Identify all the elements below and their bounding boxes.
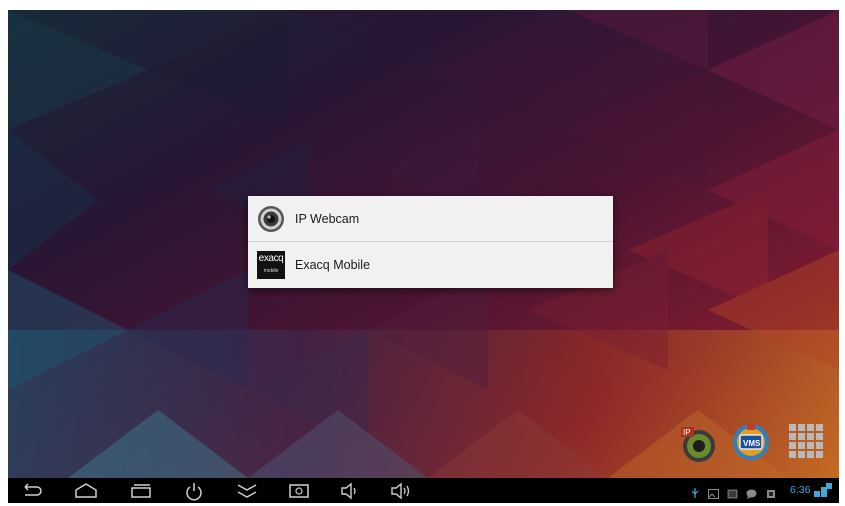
- exacq-icon-text: exacq: [258, 252, 284, 264]
- image-notification-icon: [708, 486, 719, 504]
- chooser-item-exacq-mobile[interactable]: exacq mobile Exacq Mobile: [248, 241, 613, 287]
- screenshot-icon[interactable]: [287, 481, 311, 501]
- chooser-item-ip-webcam[interactable]: IP Webcam: [248, 196, 613, 241]
- chooser-item-label: Exacq Mobile: [295, 257, 371, 272]
- system-navigation-bar: 6:36: [8, 478, 839, 503]
- exacq-icon-subtext: mobile: [263, 267, 279, 274]
- volume-up-icon[interactable]: [389, 481, 413, 501]
- recent-apps-icon[interactable]: [129, 481, 153, 501]
- home-icon[interactable]: [74, 481, 98, 501]
- ip-webcam-launcher-icon[interactable]: IP: [679, 425, 717, 463]
- gallery-notification-icon: [727, 486, 738, 504]
- wifi-icon: [814, 483, 832, 502]
- storage-icon: [766, 486, 776, 504]
- ip-webcam-icon: [257, 205, 285, 233]
- home-screen: IP Webcam exacq mobile Exacq Mobile IP V…: [8, 10, 839, 478]
- vms-label: VMS: [743, 439, 761, 448]
- back-icon[interactable]: [19, 481, 43, 501]
- chooser-item-label: IP Webcam: [295, 211, 360, 226]
- vms-launcher-icon[interactable]: VMS: [731, 420, 771, 462]
- volume-down-icon[interactable]: [339, 481, 363, 501]
- usb-icon: [690, 486, 700, 504]
- status-bar-clock: 6:36: [790, 484, 811, 496]
- app-chooser-dialog: IP Webcam exacq mobile Exacq Mobile: [248, 196, 613, 288]
- ip-badge: IP: [683, 428, 691, 437]
- power-icon[interactable]: [182, 481, 206, 501]
- app-drawer-icon[interactable]: [787, 422, 827, 462]
- chat-notification-icon: [746, 486, 757, 504]
- collapse-icon[interactable]: [235, 481, 259, 501]
- exacq-mobile-icon: exacq mobile: [257, 250, 285, 279]
